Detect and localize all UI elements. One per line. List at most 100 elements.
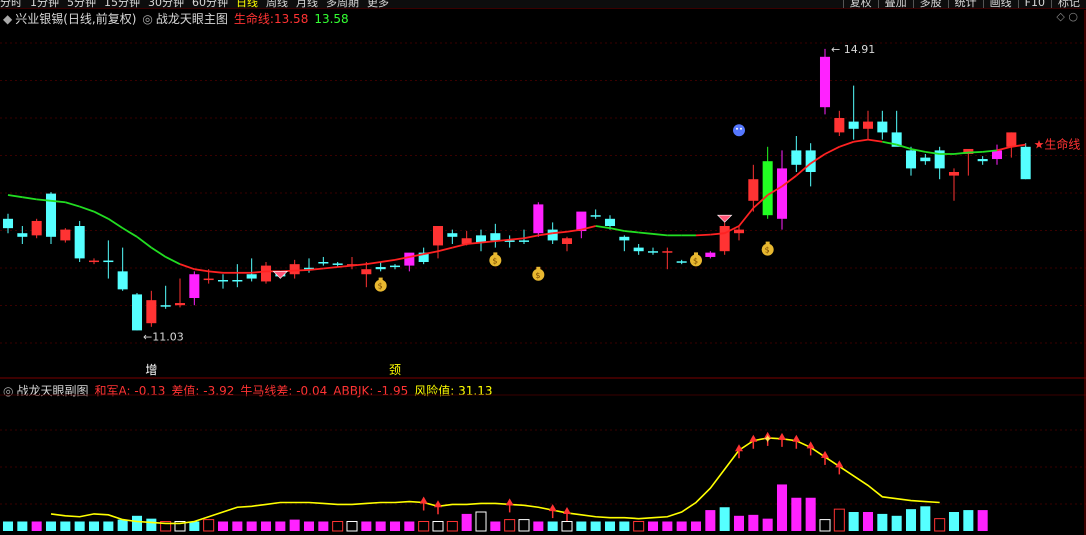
candle-body [791,150,802,165]
candle [819,48,831,115]
life-line-segment [22,196,37,201]
money-bag-sign: $ [693,256,698,265]
sub-bar [146,518,157,531]
sub-bar [117,519,128,531]
sub-bar [862,512,874,531]
candle-body [719,226,730,252]
money-bag-neck [694,252,698,256]
sub-bar [963,510,974,531]
candle [103,240,114,279]
candle [189,271,200,306]
candle [776,150,788,230]
sub-bar [705,510,716,531]
candle [475,229,487,252]
candle-body [619,236,630,241]
candle-body [490,233,501,241]
candle [490,223,501,248]
candle-body [705,252,716,257]
life-line-segment [165,256,181,265]
sub-bar [475,511,487,532]
candle [74,220,85,262]
life-line-segment [738,207,755,227]
candle-body [905,150,917,169]
face-circle [733,124,745,137]
candle-body [547,229,558,241]
sub-bar [662,521,673,531]
life-line-segment [523,234,539,240]
life-line-segment [136,236,152,249]
sub-bar [260,521,272,531]
sub-bar [518,519,530,532]
candle [447,229,458,244]
arrow-head [548,504,557,512]
money-bag-sign: $ [535,271,540,280]
candle [977,156,988,165]
candle [991,144,1003,165]
sub-bar [647,521,659,531]
candle-body [662,251,673,253]
candle [432,226,444,259]
life-line-segment [194,268,209,273]
candle-body [217,280,229,282]
candle-body [160,305,171,307]
sub-bar [404,521,415,531]
arrow-head [505,498,514,506]
min-price-label: ←11.03 [143,330,184,343]
sub-bar [633,521,645,532]
sub-bar [232,521,243,531]
life-line-segment [208,270,224,274]
candle-body [977,159,988,162]
life-line-segment [867,138,883,143]
candle-body [260,265,272,282]
candle [590,209,601,219]
arrow-head [563,506,571,514]
candle-body [146,300,157,324]
candle-body [762,161,773,216]
candle [719,222,730,255]
life-line-segment [380,258,396,263]
candle-body [2,218,14,229]
sub-bar [318,521,329,531]
life-line-segment [107,218,124,229]
candle [762,146,773,219]
candlestick-chart[interactable]: ★生命线 ← 14.91 ←11.03 增 颈 $ $ $ $ $ ✦ [0,0,1086,535]
life-line-segment [437,246,453,253]
money-bag-sign: $ [765,246,770,255]
sub-bar [533,521,544,531]
sub-bar [504,519,516,532]
candle-body [232,280,243,282]
star-icon: ✦ [763,432,773,446]
sub-bar [833,508,845,532]
sub-bar [131,515,143,531]
candle-body [375,267,386,270]
max-price-label: ← 14.91 [831,43,875,56]
candle-body [561,238,573,244]
candle [647,247,659,255]
candle-body [404,252,415,266]
candle [17,226,28,244]
life-line-segment [595,225,611,230]
candle [260,262,272,284]
life-line-segment [294,269,310,272]
candle-body [189,274,200,298]
candle [246,258,257,282]
candle [705,251,716,259]
life-line-segment [452,243,467,249]
life-line-segment [996,145,1012,152]
money-bag-neck [765,241,770,245]
sub-bar [805,497,816,531]
sub-bar [246,521,257,531]
candle-body [117,271,128,290]
life-line-segment [695,233,711,237]
sub-bar [332,521,344,532]
sub-bar [948,512,960,531]
candle-body [920,157,931,162]
sub-bar [877,513,888,531]
candle [834,110,845,136]
candle-body [318,262,329,264]
candle [533,202,544,237]
money-bag-neck [536,266,541,270]
candle-body [518,240,530,242]
sub-bar [31,521,42,531]
candle-body [246,274,257,279]
